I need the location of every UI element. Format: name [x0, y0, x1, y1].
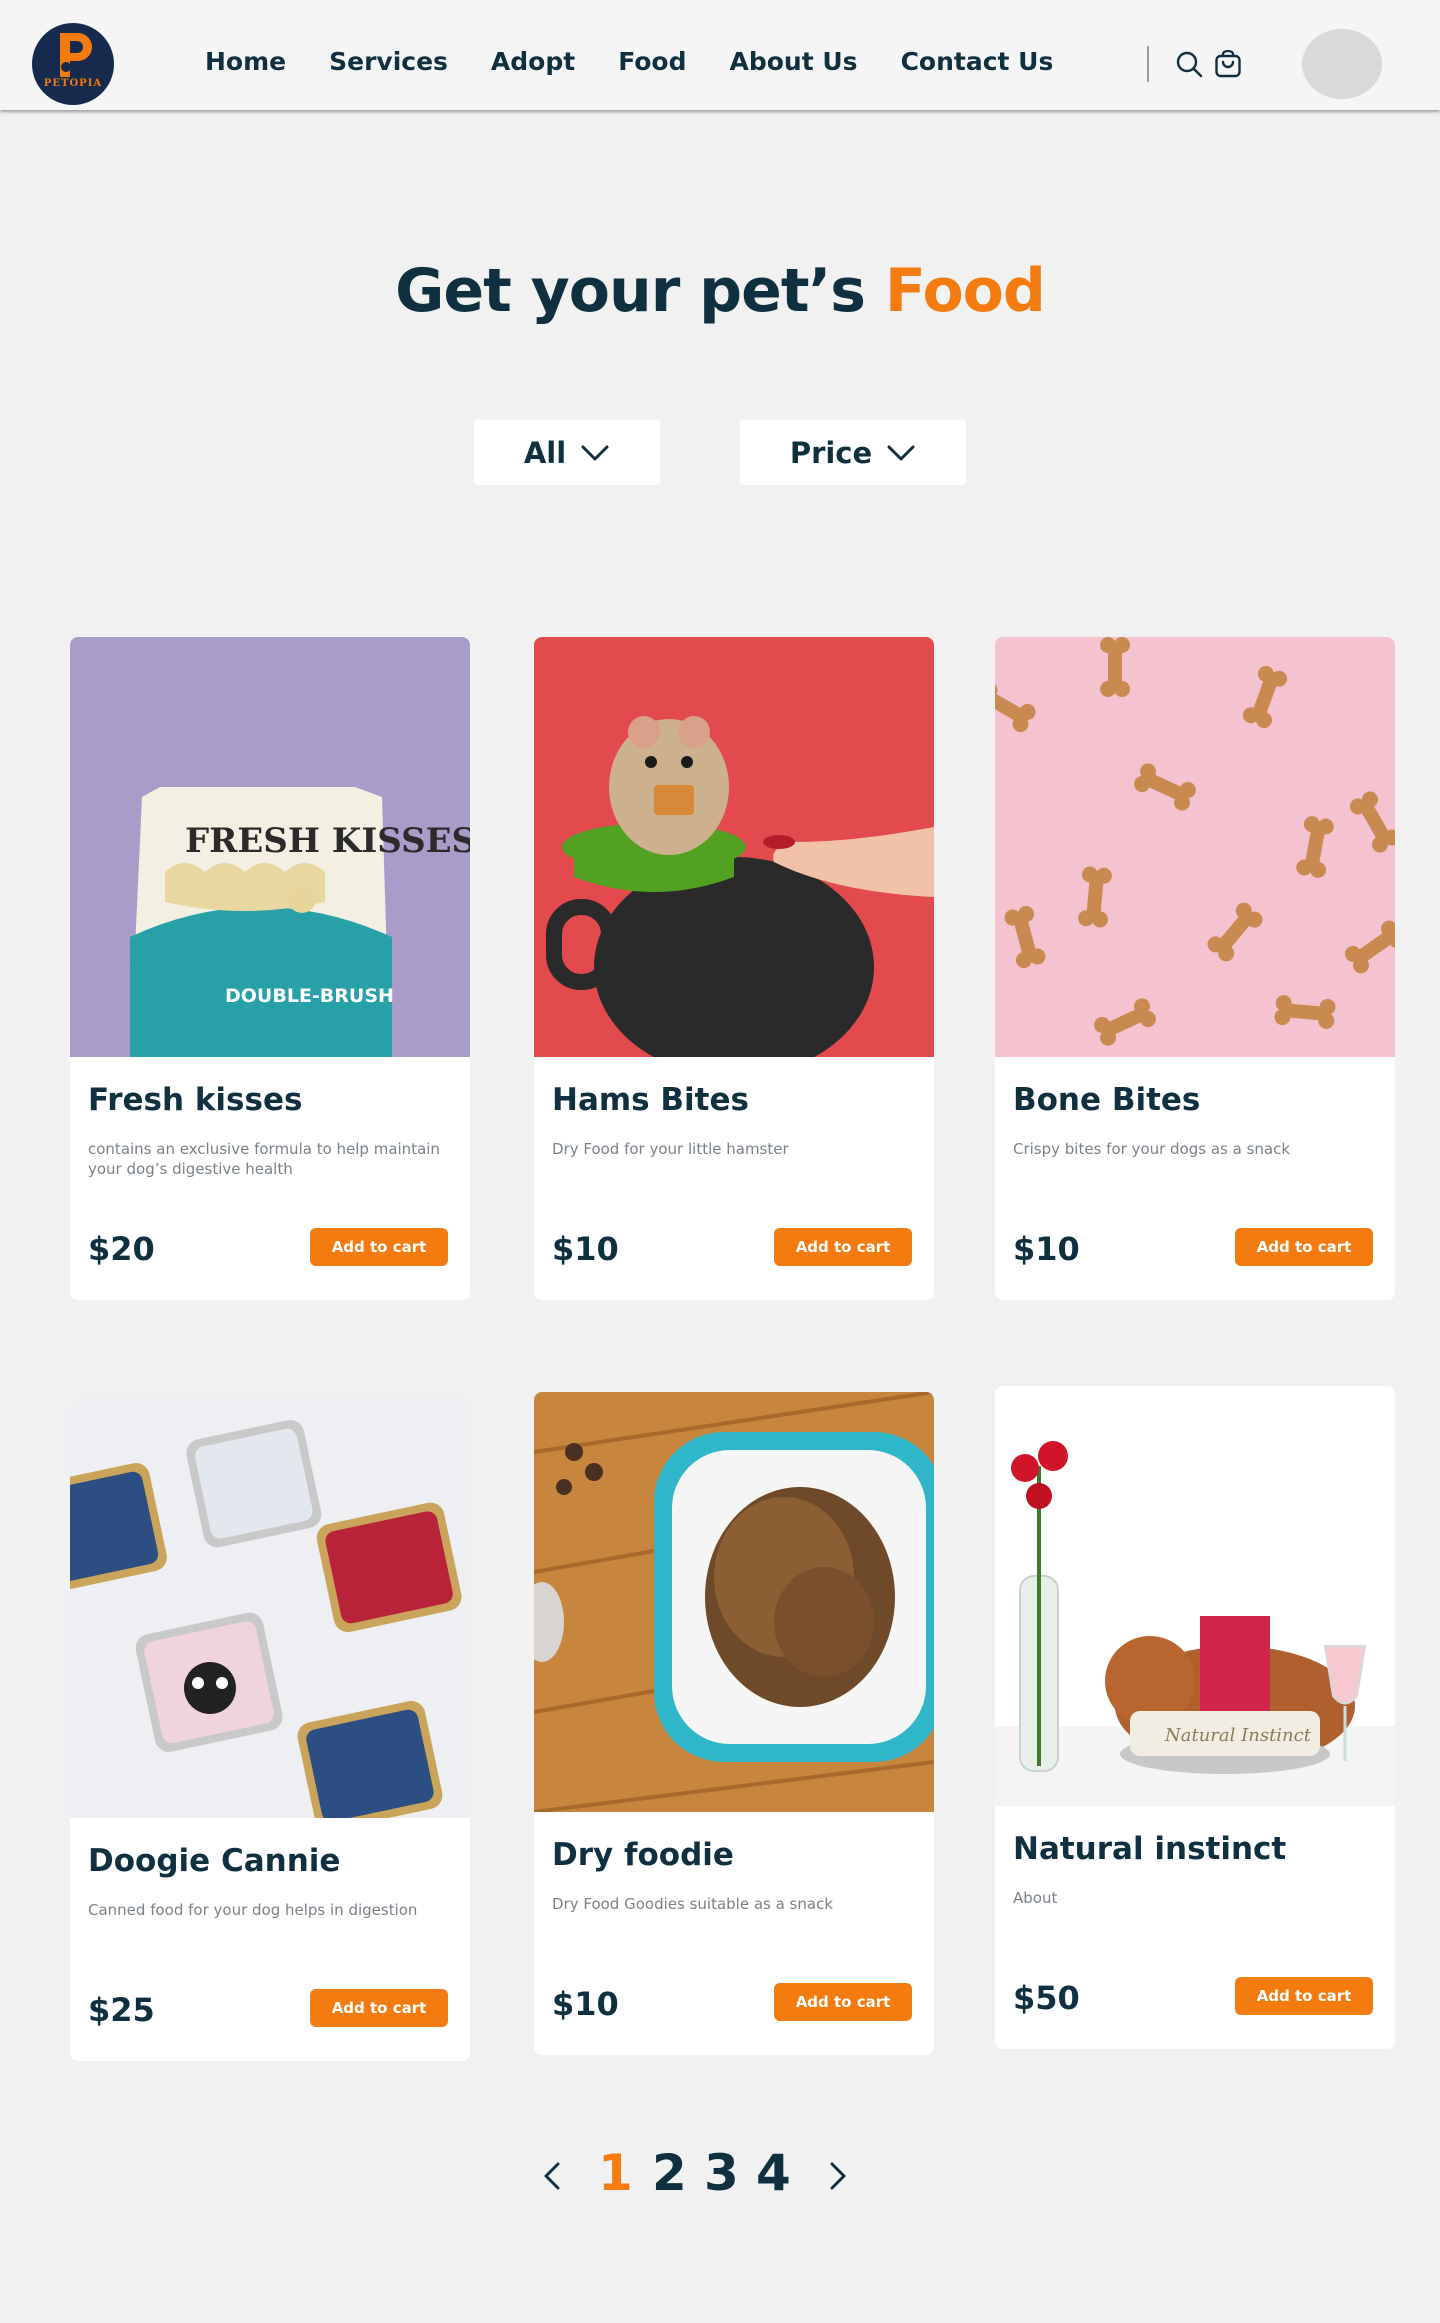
product-name: Fresh kisses — [88, 1082, 303, 1118]
nav-food[interactable]: Food — [618, 47, 686, 76]
chevron-down-icon — [887, 445, 915, 460]
filter-price-label: Price — [789, 435, 873, 470]
pagination: 1 2 3 4 — [0, 2140, 1440, 2210]
page-3[interactable]: 3 — [704, 2144, 739, 2202]
nav-home[interactable]: Home — [205, 47, 286, 76]
cart-icon[interactable] — [1214, 49, 1242, 78]
filter-all-label: All — [523, 435, 567, 470]
add-to-cart-button[interactable]: Add to cart — [1235, 1977, 1373, 2015]
page-4[interactable]: 4 — [756, 2144, 791, 2202]
product-image-hams-bites[interactable] — [534, 637, 934, 1057]
product-description: About — [1013, 1889, 1058, 1907]
product-image-natural-instinct[interactable]: Natural Instinct — [995, 1386, 1395, 1806]
chevron-down-icon — [581, 445, 609, 460]
nav-contact-us[interactable]: Contact Us — [901, 47, 1054, 76]
product-name: Bone Bites — [1013, 1082, 1201, 1118]
product-image-bone-bites[interactable] — [995, 637, 1395, 1057]
chevron-left-icon[interactable] — [540, 2160, 564, 2192]
add-to-cart-button[interactable]: Add to cart — [310, 1989, 448, 2027]
product-name: Dry foodie — [552, 1837, 734, 1873]
product-name: Natural instinct — [1013, 1831, 1287, 1867]
logo-p-icon — [60, 33, 92, 77]
nav-about-us[interactable]: About Us — [730, 47, 858, 76]
avatar[interactable] — [1302, 29, 1382, 99]
nav-services[interactable]: Services — [329, 47, 448, 76]
product-name: Doogie Cannie — [88, 1843, 341, 1879]
product-description: Crispy bites for your dogs as a snack — [1013, 1140, 1291, 1158]
title-prefix: Get your pet’s — [395, 256, 885, 326]
filter-price-dropdown[interactable]: Price — [740, 420, 966, 485]
product-image-dry-foodie[interactable] — [534, 1392, 934, 1812]
chevron-right-icon[interactable] — [826, 2160, 850, 2192]
add-to-cart-button[interactable]: Add to cart — [310, 1228, 448, 1266]
product-card: Hams Bites Dry Food for your little hams… — [534, 637, 934, 1300]
page-2[interactable]: 2 — [652, 2144, 687, 2202]
main-nav: Home Services Adopt Food About Us Contac… — [205, 47, 1096, 76]
filter-all-dropdown[interactable]: All — [474, 420, 660, 485]
product-description: Dry Food Goodies suitable as a snack — [552, 1895, 834, 1913]
product-price: $50 — [1013, 1979, 1080, 2017]
product-card: Doogie Cannie Canned food for your dog h… — [70, 1398, 470, 2061]
product-price: $10 — [552, 1985, 619, 2023]
add-to-cart-button[interactable]: Add to cart — [774, 1228, 912, 1266]
nav-adopt[interactable]: Adopt — [491, 47, 575, 76]
product-name: Hams Bites — [552, 1082, 749, 1118]
logo-text: PETOPIA — [43, 78, 103, 89]
nav-divider — [1147, 46, 1149, 82]
product-card: FRESH KISSES DOUBLE-BRUSH Fresh kisses c… — [70, 637, 470, 1300]
product-price: $10 — [552, 1230, 619, 1268]
product-price: $25 — [88, 1991, 155, 2029]
product-card: Dry foodie Dry Food Goodies suitable as … — [534, 1392, 934, 2055]
package-subtext: DOUBLE-BRUSH — [225, 985, 394, 1007]
page-title: Get your pet’s Food — [0, 256, 1440, 326]
product-price: $10 — [1013, 1230, 1080, 1268]
product-card: Natural Instinct Natural instinct About … — [995, 1386, 1395, 2049]
package-brand-text: FRESH KISSES — [185, 821, 470, 861]
add-to-cart-button[interactable]: Add to cart — [1235, 1228, 1373, 1266]
page-1[interactable]: 1 — [598, 2144, 633, 2202]
product-image-doogie-cannie[interactable] — [70, 1398, 470, 1818]
add-to-cart-button[interactable]: Add to cart — [774, 1983, 912, 2021]
product-image-fresh-kisses[interactable]: FRESH KISSES DOUBLE-BRUSH — [70, 637, 470, 1057]
bowl-text: Natural Instinct — [1164, 1725, 1312, 1746]
product-description: Dry Food for your little hamster — [552, 1140, 789, 1158]
title-accent: Food — [884, 256, 1046, 326]
search-icon[interactable] — [1175, 50, 1203, 78]
product-card: Bone Bites Crispy bites for your dogs as… — [995, 637, 1395, 1300]
product-description: Canned food for your dog helps in digest… — [88, 1901, 418, 1919]
product-price: $20 — [88, 1230, 155, 1268]
petopia-logo[interactable]: PETOPIA — [32, 23, 114, 105]
site-header: PETOPIA Home Services Adopt Food About U… — [0, 0, 1440, 110]
product-description: contains an exclusive formula to help ma… — [88, 1140, 440, 1178]
